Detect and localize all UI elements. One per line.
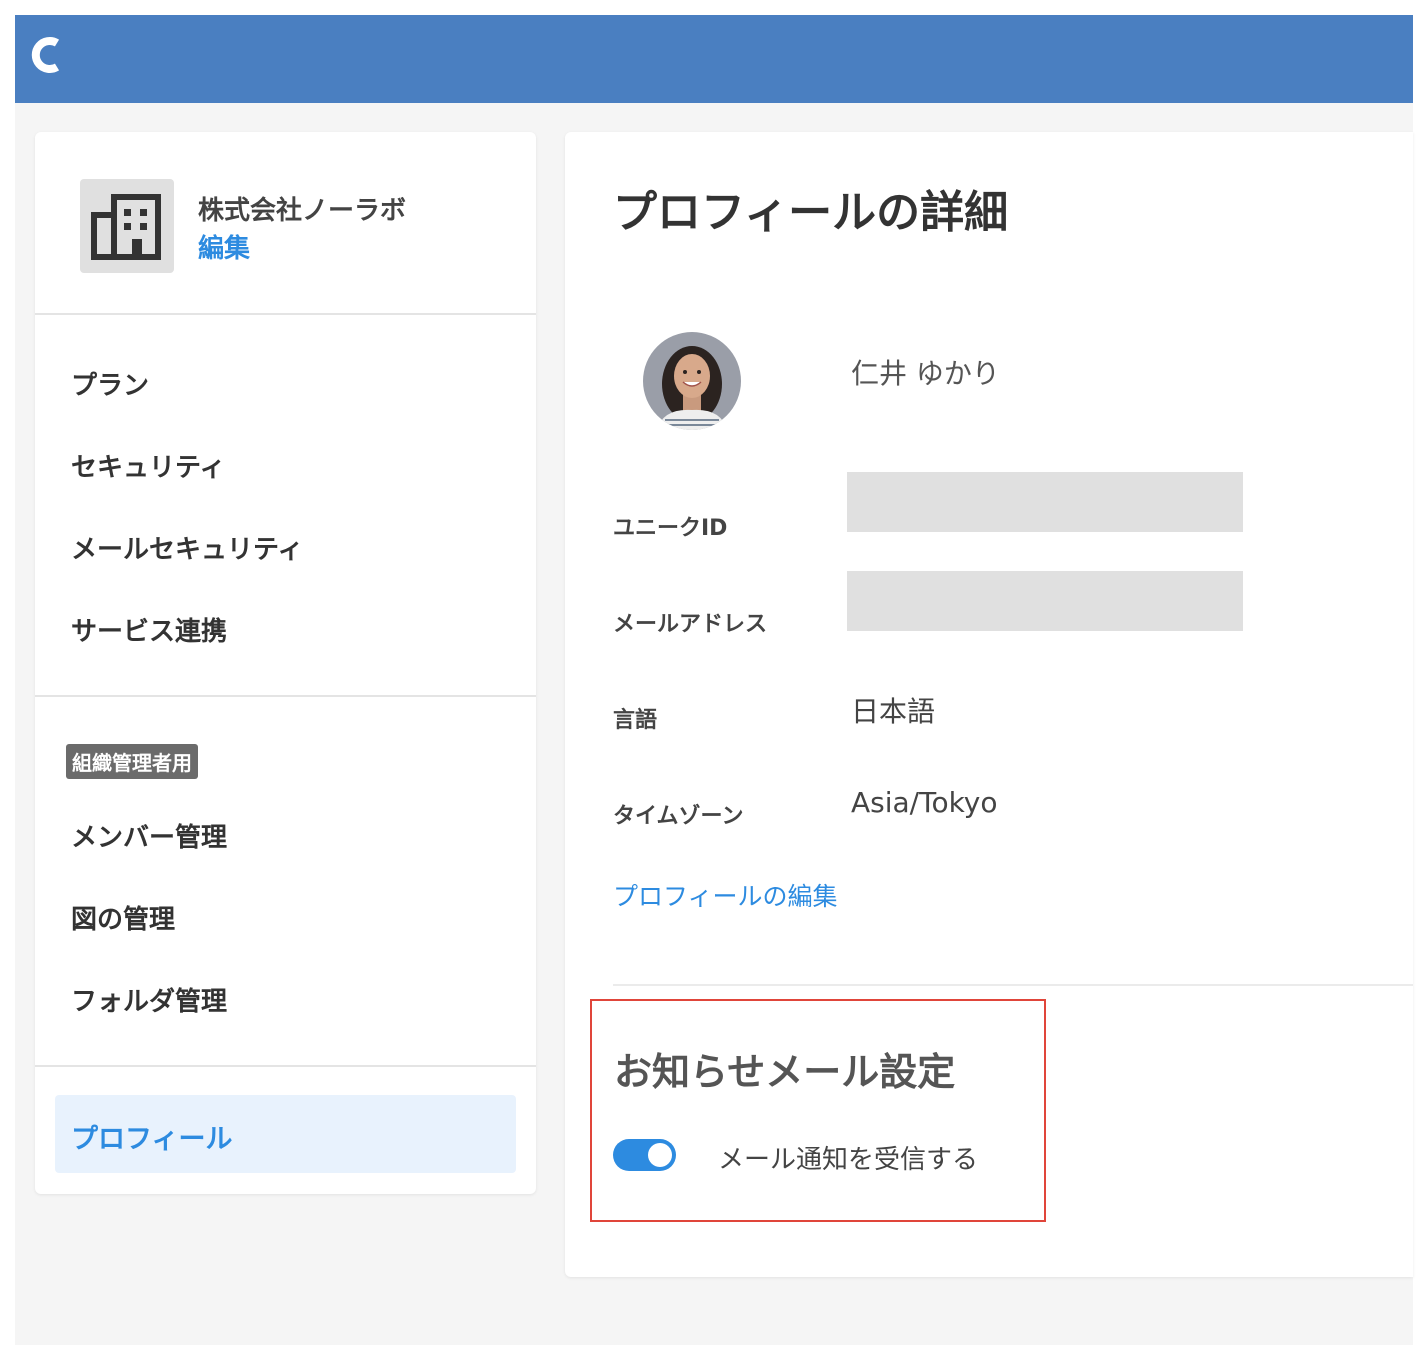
sidebar-item-label: プロフィール bbox=[71, 1124, 233, 1155]
email-label: メールアドレス bbox=[613, 612, 768, 637]
menu-section-admin: 組織管理者用 メンバー管理 図の管理 フォルダ管理 bbox=[35, 697, 536, 1067]
language-label: 言語 bbox=[613, 708, 658, 733]
timezone-label: タイムゾーン bbox=[613, 804, 744, 829]
sidebar-item-profile[interactable]: プロフィール bbox=[55, 1095, 516, 1173]
page-title: プロフィールの詳細 bbox=[613, 187, 1009, 238]
profile-panel: プロフィールの詳細 仁井 ゆかり ユニークID メールアドレス 言語 日本語 タ… bbox=[565, 132, 1413, 1277]
avatar bbox=[643, 332, 741, 430]
organization-header: 株式会社ノーラボ 編集 bbox=[35, 132, 536, 315]
admin-badge: 組織管理者用 bbox=[66, 744, 198, 779]
sidebar-item-service-integration[interactable]: サービス連携 bbox=[71, 611, 227, 648]
notification-settings-title: お知らせメール設定 bbox=[614, 1050, 956, 1094]
email-notification-label: メール通知を受信する bbox=[718, 1145, 979, 1175]
menu-section-general: プラン セキュリティ メールセキュリティ サービス連携 bbox=[35, 315, 536, 697]
sidebar: 株式会社ノーラボ 編集 プラン セキュリティ メールセキュリティ サービス連携 … bbox=[35, 132, 536, 1194]
building-icon bbox=[80, 179, 174, 273]
timezone-value: Asia/Tokyo bbox=[851, 786, 998, 819]
language-value: 日本語 bbox=[851, 695, 936, 728]
sidebar-item-member-management[interactable]: メンバー管理 bbox=[71, 817, 227, 854]
sidebar-item-mail-security[interactable]: メールセキュリティ bbox=[71, 529, 303, 566]
sidebar-item-folder-management[interactable]: フォルダ管理 bbox=[71, 981, 227, 1018]
section-divider bbox=[613, 984, 1413, 986]
organization-name: 株式会社ノーラボ bbox=[198, 196, 407, 226]
organization-edit-link[interactable]: 編集 bbox=[198, 228, 250, 265]
unique-id-value-redacted bbox=[847, 472, 1243, 532]
unique-id-label: ユニークID bbox=[613, 516, 728, 541]
email-value-redacted bbox=[847, 571, 1243, 631]
app-window: 株式会社ノーラボ 編集 プラン セキュリティ メールセキュリティ サービス連携 … bbox=[15, 15, 1413, 1345]
notification-settings-section: お知らせメール設定 メール通知を受信する bbox=[590, 999, 1046, 1222]
email-notification-toggle[interactable] bbox=[613, 1139, 676, 1171]
edit-profile-link[interactable]: プロフィールの編集 bbox=[613, 877, 838, 913]
toggle-knob bbox=[648, 1143, 672, 1167]
user-name: 仁井 ゆかり bbox=[851, 357, 1000, 390]
sidebar-item-security[interactable]: セキュリティ bbox=[71, 447, 225, 484]
top-bar bbox=[15, 15, 1413, 103]
sidebar-item-diagram-management[interactable]: 図の管理 bbox=[71, 899, 175, 936]
brand-c-logo-icon[interactable] bbox=[27, 33, 67, 77]
sidebar-item-plan[interactable]: プラン bbox=[71, 365, 149, 402]
